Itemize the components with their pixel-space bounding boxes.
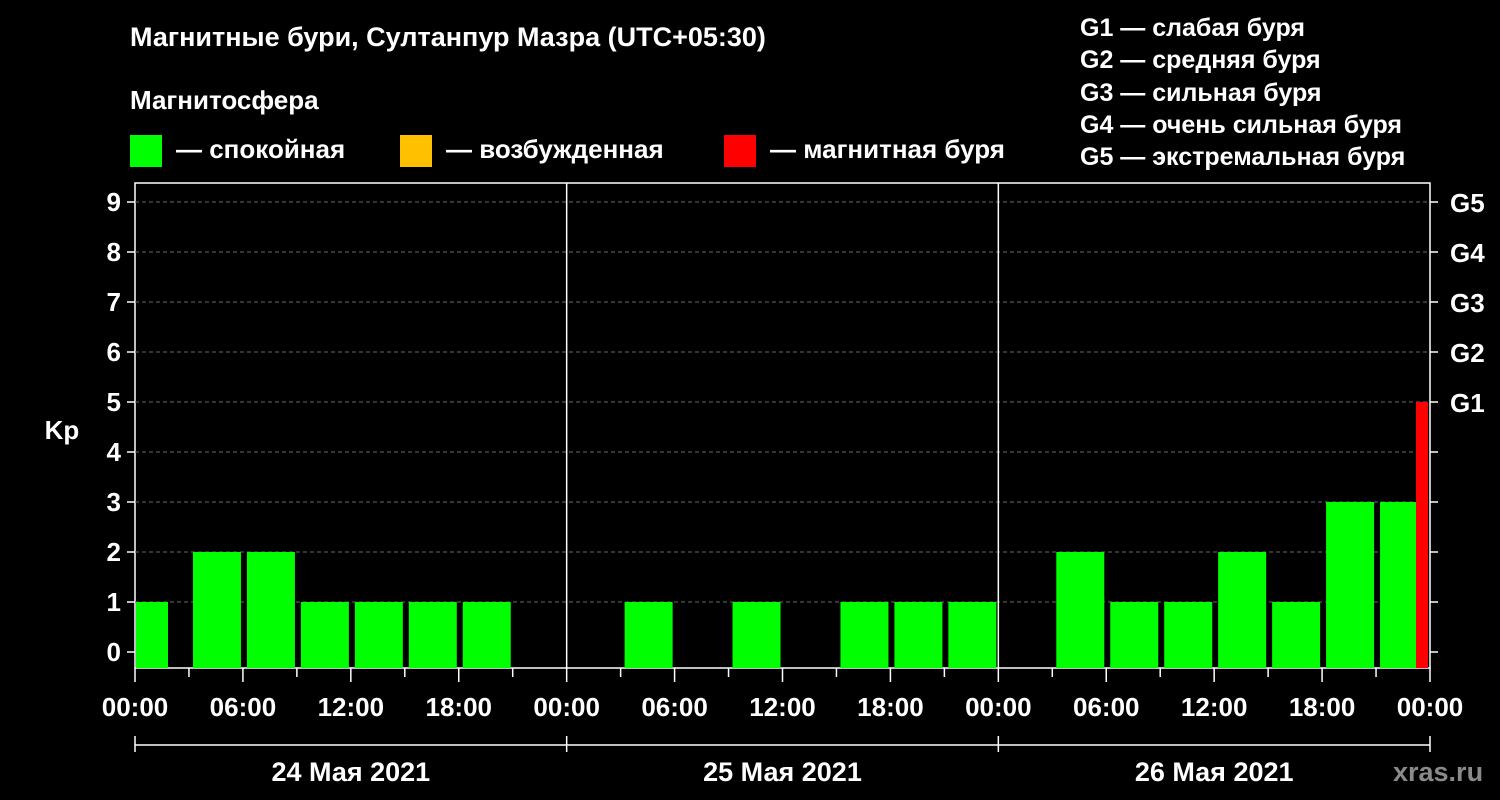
kp-bar [1056,552,1105,668]
x-tick-label: 12:00 [318,692,385,722]
x-tick-label: 06:00 [210,692,277,722]
y-axis-label: Kp [45,415,80,445]
kp-bar [894,602,943,668]
y-tick-label: 2 [107,537,121,567]
kp-bar [462,602,511,668]
kp-chart: 0 1 2 3 4 5 6 7 8 9 G1 G2 G3 G4 G5 Kp 00:00 06:00 12:00 18:… [45,182,1485,787]
y-tick-label: 8 [107,237,121,267]
x-tick-label: 18:00 [1289,692,1356,722]
kp-bar [1164,602,1213,668]
kp-bar [1272,602,1321,668]
kp-bar [408,602,457,668]
g-tick-label: G1 [1450,388,1485,418]
x-tick-label: 18:00 [426,692,493,722]
kp-bar [840,602,889,668]
g-tick-label: G2 [1450,338,1485,368]
y-tick-label: 5 [107,387,121,417]
x-tick-label: 06:00 [1073,692,1140,722]
x-tick-label: 00:00 [102,692,169,722]
y-tick-label: 4 [107,437,122,467]
y-tick-label: 3 [107,487,121,517]
kp-bar [1218,552,1267,668]
kp-bar [192,552,241,668]
g-tick-label: G5 [1450,188,1485,218]
y-tick-label: 7 [107,287,121,317]
y-tick-label: 9 [107,187,121,217]
g-tick-label: G3 [1450,288,1485,318]
x-tick-label: 06:00 [641,692,708,722]
g-tick-label: G4 [1450,238,1485,268]
kp-bar [136,602,168,668]
day-label: 24 Мая 2021 [271,757,430,787]
x-tick-label: 12:00 [1181,692,1248,722]
x-tick-label: 18:00 [857,692,924,722]
kp-bar [1326,502,1375,668]
kp-bar [354,602,403,668]
kp-bar [732,602,781,668]
kp-bar [1416,402,1428,668]
y-tick-label: 0 [107,637,121,667]
kp-bar [624,602,673,668]
kp-bar [948,602,997,668]
x-tick-label: 00:00 [533,692,600,722]
y-tick-label: 6 [107,337,121,367]
kp-bar [1110,602,1159,668]
kp-bar [246,552,295,668]
day-label: 26 Мая 2021 [1135,757,1294,787]
x-tick-label: 12:00 [749,692,816,722]
x-tick-label: 00:00 [1397,692,1464,722]
y-tick-label: 1 [107,587,121,617]
kp-bar [300,602,349,668]
watermark: xras.ru [1393,757,1484,787]
day-label: 25 Мая 2021 [703,757,862,787]
x-tick-label: 00:00 [965,692,1032,722]
